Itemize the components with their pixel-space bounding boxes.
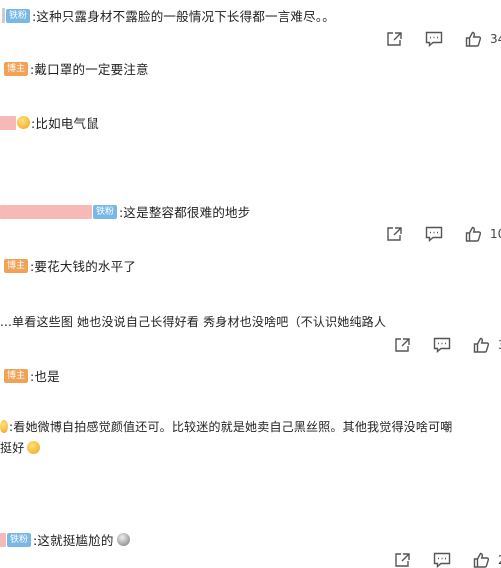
shocked-emoji-icon <box>116 533 130 546</box>
comment-7: 博主 :也是 <box>0 366 501 385</box>
thumbs-up-icon[interactable] <box>465 226 482 242</box>
comment-1-actions: 34 <box>386 31 501 47</box>
comment-text: :要花大钱的水平了 <box>30 259 137 274</box>
fan-badge: 铁粉 <box>6 8 31 23</box>
comment-text-continued: 挺好 <box>0 441 25 455</box>
comment-icon[interactable] <box>433 337 451 353</box>
share-icon[interactable] <box>386 31 403 47</box>
username-blurred[interactable] <box>0 532 6 547</box>
comment-2: 博主 :戴口罩的一定要注意 <box>0 59 501 78</box>
comment-icon[interactable] <box>425 31 443 47</box>
thumbs-up-icon[interactable] <box>465 31 482 47</box>
comment-text: :这就挺尴尬的 <box>33 533 114 548</box>
comment-text: ...单看这些图 她也没说自己长得好看 秀身材也没啥吧（不认识她纯路人 <box>0 315 387 329</box>
comment-4-actions: 10 <box>386 226 501 242</box>
username-blurred[interactable] <box>0 204 92 219</box>
share-icon[interactable] <box>394 552 411 568</box>
comment-text: :也是 <box>30 369 60 384</box>
comment-3: :比如电气鼠 <box>0 113 501 132</box>
comment-9-actions: 2 <box>394 552 501 568</box>
share-icon[interactable] <box>394 337 411 353</box>
face-emoji-icon <box>0 420 8 433</box>
comment-4: 铁粉 :这是整容都很难的地步 <box>0 202 501 221</box>
comment-6: ...单看这些图 她也没说自己长得好看 秀身材也没啥吧（不认识她纯路人 <box>0 313 501 330</box>
comment-icon[interactable] <box>433 552 451 568</box>
blogger-badge: 博主 <box>4 368 29 383</box>
comment-text: :这是整容都很难的地步 <box>119 205 251 220</box>
like-count: 10 <box>490 227 501 241</box>
comment-icon[interactable] <box>425 226 443 242</box>
fan-badge: 铁粉 <box>7 532 32 547</box>
comment-5: 博主 :要花大钱的水平了 <box>0 256 501 275</box>
comment-text: :比如电气鼠 <box>31 116 99 131</box>
thumbs-up-icon[interactable] <box>473 337 490 353</box>
like-count: 34 <box>490 32 501 46</box>
thumbs-up-icon[interactable] <box>473 552 490 568</box>
username-blurred[interactable] <box>0 115 16 130</box>
comment-1: 铁粉 :这种只露身材不露脸的一般情况下长得都一言难尽。。 <box>0 6 501 25</box>
comment-6-actions: 3 <box>394 337 501 353</box>
blogger-badge: 博主 <box>4 258 29 273</box>
comment-9: 铁粉 :这就挺尴尬的 <box>0 530 501 549</box>
share-icon[interactable] <box>386 226 403 242</box>
fan-badge: 铁粉 <box>93 204 118 219</box>
comment-text: :看她微博自拍感觉颜值还可。比较迷的就是她卖自己黑丝照。其他我觉得没啥可嘲 <box>9 420 453 434</box>
comment-8: :看她微博自拍感觉颜值还可。比较迷的就是她卖自己黑丝照。其他我觉得没啥可嘲 挺好 <box>0 418 489 456</box>
comment-text: :戴口罩的一定要注意 <box>30 62 149 77</box>
laughing-emoji-icon <box>27 441 41 454</box>
avatar-bar <box>2 8 5 23</box>
blogger-badge: 博主 <box>4 61 29 76</box>
comment-text: :这种只露身材不露脸的一般情况下长得都一言难尽。。 <box>32 9 335 24</box>
face-emoji-icon <box>17 116 30 129</box>
